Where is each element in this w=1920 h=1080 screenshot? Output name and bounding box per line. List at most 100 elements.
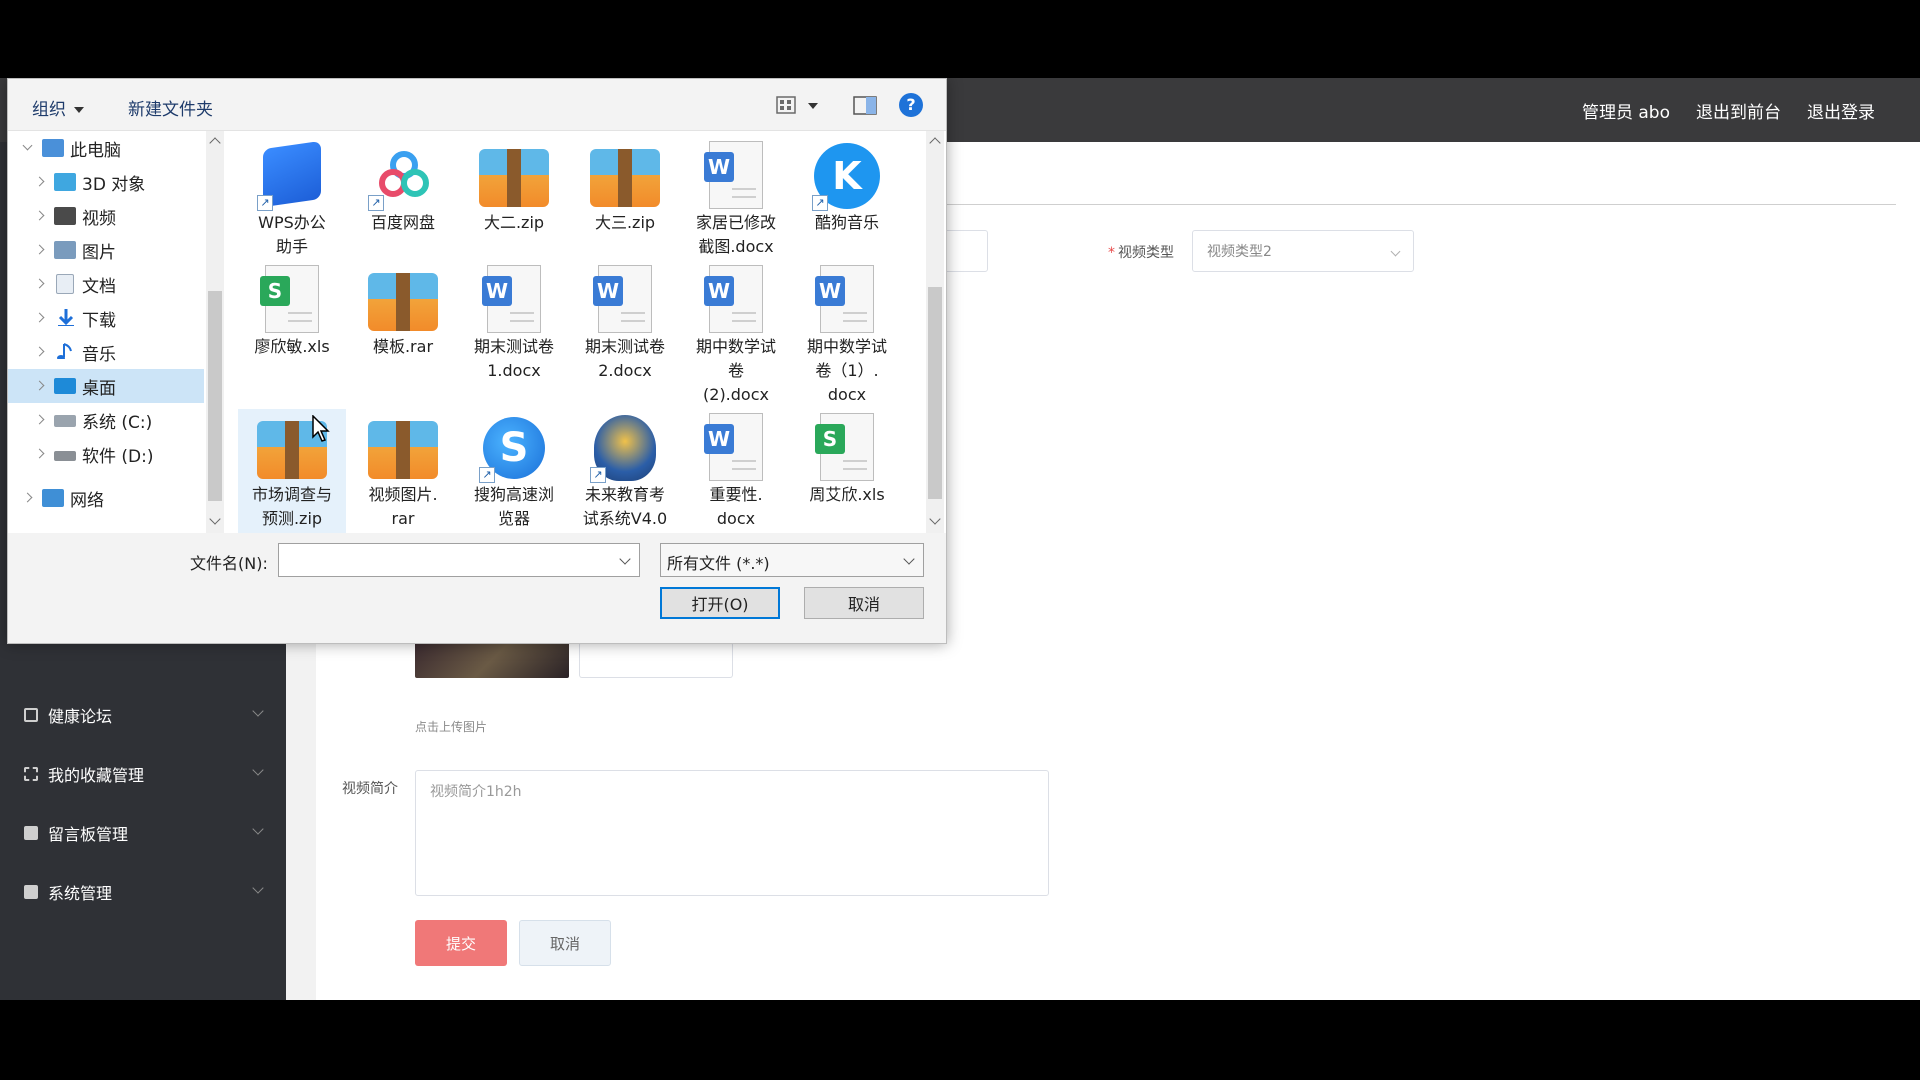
drive-icon xyxy=(54,451,76,461)
file-name: 百度网盘 xyxy=(370,213,435,232)
help-icon[interactable]: ? xyxy=(899,93,923,117)
word-doc-icon: W xyxy=(704,413,763,481)
word-doc-icon: W xyxy=(704,141,763,209)
tree-item-network[interactable]: 网络 xyxy=(8,481,204,515)
video-type-select[interactable]: 视频类型2 xyxy=(1192,230,1414,272)
tree-item-videos[interactable]: 视频 xyxy=(8,199,204,233)
filename-input[interactable] xyxy=(278,543,640,577)
file-item-xls[interactable]: S 廖欣敏.xls xyxy=(238,261,346,359)
back-to-front-link[interactable]: 退出到前台 xyxy=(1696,98,1781,123)
cancel-button[interactable]: 取消 xyxy=(519,920,611,966)
scroll-down-icon[interactable] xyxy=(929,513,941,525)
archive-icon xyxy=(590,149,660,207)
computer-icon xyxy=(42,139,64,157)
file-item-rar[interactable]: 模板.rar xyxy=(349,261,457,359)
file-item-rar[interactable]: 视频图片. rar xyxy=(349,409,457,531)
file-item-docx[interactable]: W 期末测试卷 1.docx xyxy=(460,261,568,383)
tree-label: 图片 xyxy=(82,242,116,263)
shortcut-arrow-icon: ↗ xyxy=(590,467,606,483)
file-item-docx[interactable]: W 期末测试卷 2.docx xyxy=(571,261,679,383)
tree-label: 音乐 xyxy=(82,344,116,365)
upload-hint[interactable]: 点击上传图片 xyxy=(415,718,487,735)
file-name: WPS办公 助手 xyxy=(258,213,326,256)
file-item-baidu[interactable]: ↗ 百度网盘 xyxy=(349,137,457,235)
view-options-icon[interactable] xyxy=(776,96,798,116)
file-item-docx[interactable]: W 重要性. docx xyxy=(682,409,790,531)
submit-button[interactable]: 提交 xyxy=(415,920,507,966)
view-caret-icon[interactable] xyxy=(808,103,818,109)
organize-menu[interactable]: 组织 xyxy=(32,95,84,120)
file-name: 酷狗音乐 xyxy=(814,213,879,232)
dialog-toolbar: 组织 新建文件夹 ? xyxy=(8,79,946,131)
mouse-cursor-icon xyxy=(312,415,330,442)
upload-box[interactable] xyxy=(579,642,733,678)
nav-scroll-thumb[interactable] xyxy=(208,291,222,501)
tree-item-documents[interactable]: 文档 xyxy=(8,267,204,301)
3d-objects-icon xyxy=(54,173,76,191)
file-item-future[interactable]: ↗ 未来教育考 试系统V4.0 xyxy=(571,409,679,531)
sidebar-item-favorites[interactable]: 我的收藏管理 xyxy=(0,745,286,803)
file-item-wps[interactable]: ↗ WPS办公 助手 xyxy=(238,137,346,259)
intro-textarea[interactable]: 视频简介1h2h xyxy=(415,770,1049,896)
open-button[interactable]: 打开(O) xyxy=(660,587,780,619)
message-icon xyxy=(24,826,38,840)
file-item-zip[interactable]: 大三.zip xyxy=(571,137,679,235)
expand-arrow-icon xyxy=(22,140,33,151)
sidebar-item-message-board[interactable]: 留言板管理 xyxy=(0,804,286,862)
scroll-down-icon[interactable] xyxy=(209,513,221,525)
scroll-up-icon[interactable] xyxy=(929,137,941,149)
dialog-footer: 文件名(N): 所有文件 (*.*) 打开(O) 取消 xyxy=(8,533,946,643)
file-item-zip[interactable]: 大二.zip xyxy=(460,137,568,235)
expand-arrow-icon xyxy=(34,414,45,425)
intro-label: 视频简介 xyxy=(342,781,398,797)
scroll-up-icon[interactable] xyxy=(209,137,221,149)
shortcut-arrow-icon: ↗ xyxy=(812,195,828,211)
cover-thumbnail xyxy=(415,642,569,678)
admin-user-link[interactable]: 管理员 abo xyxy=(1582,98,1670,123)
sidebar-item-health-forum[interactable]: 健康论坛 xyxy=(0,686,286,744)
tree-item-this-pc[interactable]: 此电脑 xyxy=(8,131,204,165)
new-folder-button[interactable]: 新建文件夹 xyxy=(128,95,213,120)
tree-item-desktop[interactable]: 桌面 xyxy=(8,369,204,403)
file-item-docx[interactable]: W 期中数学试 卷 (2).docx xyxy=(682,261,790,407)
file-list-scrollbar[interactable] xyxy=(926,131,944,533)
archive-icon xyxy=(368,273,438,331)
file-item-xls[interactable]: S 周艾欣.xls xyxy=(793,409,901,507)
file-name: 期末测试卷 1.docx xyxy=(473,337,554,380)
word-doc-icon: W xyxy=(815,265,874,333)
expand-arrow-icon xyxy=(34,244,45,255)
dialog-cancel-button[interactable]: 取消 xyxy=(804,587,924,619)
open-file-dialog: 组织 新建文件夹 ? 此电脑 3D 对象 视频 图片 文档 下载 音乐 桌面 系… xyxy=(7,78,947,644)
pictures-folder-icon xyxy=(54,241,76,259)
expand-arrow-icon xyxy=(34,176,45,187)
word-doc-icon: W xyxy=(704,265,763,333)
logout-link[interactable]: 退出登录 xyxy=(1807,98,1875,123)
filetype-select[interactable]: 所有文件 (*.*) xyxy=(660,543,924,577)
tree-item-drive-d[interactable]: 软件 (D:) xyxy=(8,437,204,471)
file-item-docx[interactable]: W 家居已修改 截图.docx xyxy=(682,137,790,259)
file-name: 周艾欣.xls xyxy=(809,485,885,504)
sidebar-item-system[interactable]: 系统管理 xyxy=(0,863,286,921)
tree-label: 系统 (C:) xyxy=(82,412,153,433)
archive-icon xyxy=(479,149,549,207)
word-doc-icon: W xyxy=(593,265,652,333)
file-name: 期中数学试 卷（1）. docx xyxy=(806,337,887,404)
file-name: 搜狗高速浏 览器 xyxy=(473,485,554,528)
chevron-down-icon[interactable] xyxy=(619,553,631,565)
tree-label: 下载 xyxy=(82,310,116,331)
tree-item-3d-objects[interactable]: 3D 对象 xyxy=(8,165,204,199)
documents-folder-icon xyxy=(56,274,74,294)
file-scroll-thumb[interactable] xyxy=(928,287,942,499)
favorites-icon xyxy=(24,767,38,781)
file-item-sogou[interactable]: S ↗ 搜狗高速浏 览器 xyxy=(460,409,568,531)
tree-item-music[interactable]: 音乐 xyxy=(8,335,204,369)
nav-scrollbar[interactable] xyxy=(206,131,224,533)
file-item-docx[interactable]: W 期中数学试 卷（1）. docx xyxy=(793,261,901,407)
tree-item-drive-c[interactable]: 系统 (C:) xyxy=(8,403,204,437)
tree-item-pictures[interactable]: 图片 xyxy=(8,233,204,267)
shortcut-arrow-icon: ↗ xyxy=(479,467,495,483)
preview-pane-icon[interactable] xyxy=(853,96,877,116)
file-item-kugou[interactable]: K ↗ 酷狗音乐 xyxy=(793,137,901,235)
tree-item-downloads[interactable]: 下载 xyxy=(8,301,204,335)
chevron-down-icon xyxy=(252,882,264,894)
